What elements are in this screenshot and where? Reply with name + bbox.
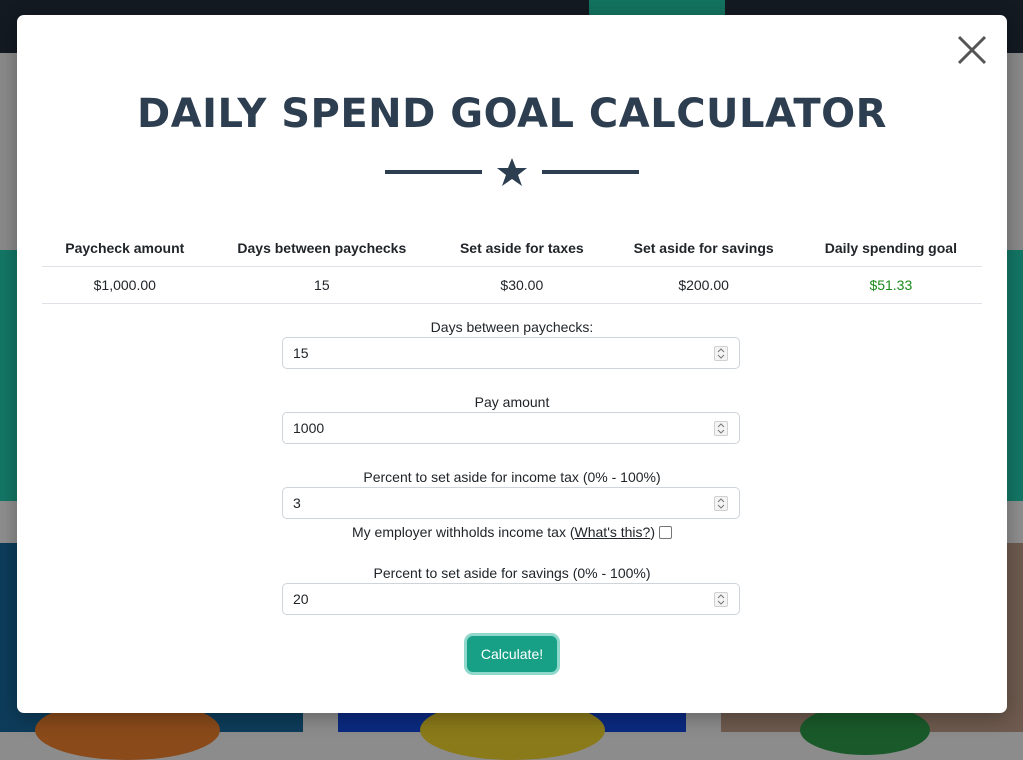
taxes-cell: $30.00 [436,266,608,304]
withhold-checkbox[interactable] [659,526,672,539]
days-stepper[interactable] [714,346,728,361]
savings-cell: $200.00 [607,266,800,304]
days-input[interactable]: 15 [282,337,740,369]
column-header: Paycheck amount [42,230,208,267]
column-header: Daily spending goal [799,230,982,267]
savings-value: 20 [293,591,309,607]
background-header-button [589,0,725,16]
tax-label: Percent to set aside for income tax (0% … [363,469,661,485]
close-icon[interactable] [955,33,989,67]
stepper-arrows-icon [717,348,725,359]
table-header-row: Paycheck amount Days between paychecks S… [42,230,982,267]
whats-this-link[interactable]: What's this? [575,524,651,540]
close-button[interactable] [955,33,989,67]
withhold-row: My employer withholds income tax (What's… [17,524,1007,540]
paycheck-amount-cell: $1,000.00 [42,266,208,304]
column-header: Set aside for taxes [436,230,608,267]
savings-stepper[interactable] [714,592,728,607]
days-between-cell: 15 [207,266,437,304]
days-value: 15 [293,345,309,361]
pay-label: Pay amount [474,394,550,410]
column-header: Set aside for savings [607,230,800,267]
pay-input[interactable]: 1000 [282,412,740,444]
pay-stepper[interactable] [714,421,728,436]
stepper-arrows-icon [717,423,725,434]
withhold-label-end: ) [650,524,655,540]
days-label: Days between paychecks: [430,319,594,335]
table-row: $1,000.00 15 $30.00 $200.00 $51.33 [42,266,982,304]
daily-goal-cell: $51.33 [799,266,982,304]
savings-input[interactable]: 20 [282,583,740,615]
pay-value: 1000 [293,420,325,436]
summary-table: Paycheck amount Days between paychecks S… [42,230,982,304]
calculator-modal: DAILY SPEND GOAL CALCULATOR Paycheck amo… [17,15,1007,713]
page-title: DAILY SPEND GOAL CALCULATOR [137,91,887,137]
star-icon [497,158,527,186]
withhold-label: My employer withholds income tax ( [351,524,575,540]
tax-stepper[interactable] [714,496,728,511]
column-header: Days between paychecks [207,230,437,267]
calculate-button[interactable]: Calculate! [467,636,557,672]
tax-input[interactable]: 3 [282,487,740,519]
stepper-arrows-icon [717,498,725,509]
tax-value: 3 [293,495,301,511]
title-divider [385,158,639,186]
stepper-arrows-icon [717,594,725,605]
savings-label: Percent to set aside for savings (0% - 1… [373,565,651,581]
